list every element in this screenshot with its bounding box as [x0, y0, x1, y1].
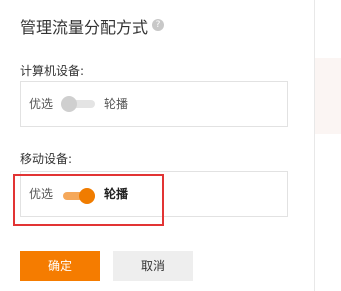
computer-option-preferred[interactable]: 优选	[29, 82, 53, 126]
side-background	[315, 0, 341, 291]
cancel-button[interactable]: 取消	[113, 251, 193, 281]
toggle-knob	[61, 96, 77, 112]
computer-devices-box: 优选 轮播	[20, 81, 288, 127]
highlight-box	[13, 174, 164, 226]
confirm-button[interactable]: 确定	[20, 251, 100, 281]
dialog-panel: 管理流量分配方式 ? 计算机设备: 优选 轮播 移动设备: 优选 轮播 确定 取…	[0, 0, 314, 291]
help-icon[interactable]: ?	[152, 19, 164, 31]
side-highlight-band	[315, 58, 341, 134]
computer-devices-label: 计算机设备:	[20, 64, 85, 78]
computer-option-rotate[interactable]: 轮播	[104, 82, 128, 126]
dialog-title: 管理流量分配方式	[20, 18, 149, 37]
mobile-devices-label: 移动设备:	[20, 152, 73, 166]
